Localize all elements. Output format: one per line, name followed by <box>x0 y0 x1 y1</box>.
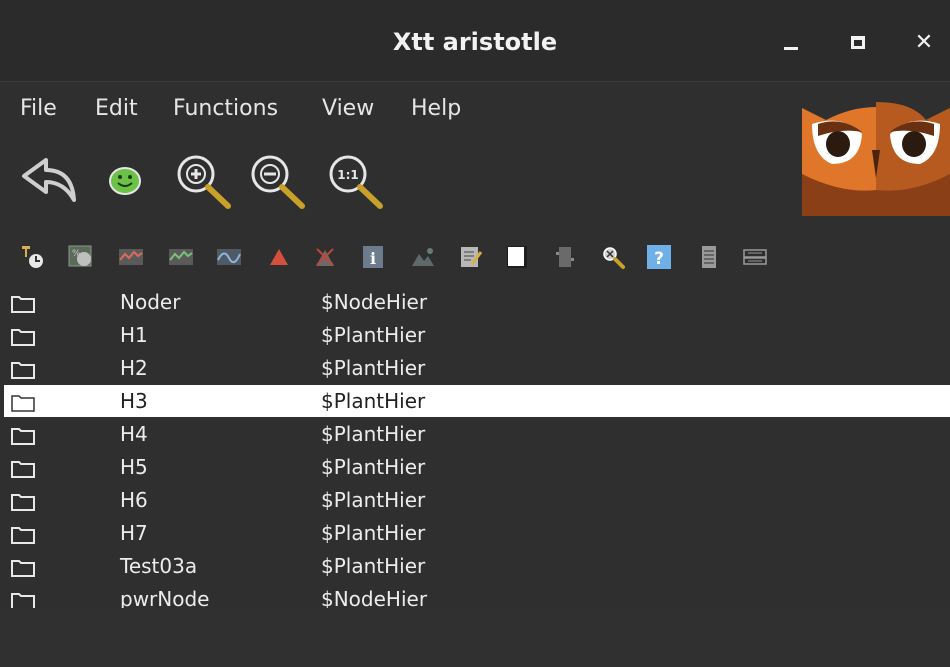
back-arrow-icon[interactable] <box>20 156 78 206</box>
object-class: $NodeHier <box>321 290 428 314</box>
trend-object-icon[interactable] <box>20 244 46 270</box>
list-item-selected[interactable]: H3 $PlantHier <box>4 385 950 417</box>
landscape-icon[interactable] <box>410 244 436 270</box>
help-icon[interactable]: ? <box>646 244 672 270</box>
menu-functions[interactable]: Functions <box>173 96 278 121</box>
minimize-button[interactable] <box>775 26 807 58</box>
svg-text:?: ? <box>654 249 664 269</box>
object-name: H7 <box>120 521 148 545</box>
object-name: H2 <box>120 356 148 380</box>
menu-bar: File Edit Functions View Help <box>0 86 810 134</box>
close-button[interactable]: ✕ <box>908 26 940 58</box>
menu-file[interactable]: File <box>20 96 57 121</box>
owl-logo <box>802 102 950 216</box>
object-class: $NodeHier <box>321 587 428 608</box>
list-item[interactable]: H5 $PlantHier <box>4 451 950 483</box>
object-class: $PlantHier <box>321 323 426 347</box>
alarm-triangle-icon[interactable] <box>266 244 292 270</box>
object-class: $PlantHier <box>321 488 426 512</box>
object-name: pwrNode <box>120 587 210 608</box>
object-class: $PlantHier <box>321 389 426 413</box>
folder-icon <box>11 395 35 412</box>
menu-help[interactable]: Help <box>411 96 461 121</box>
block-icon[interactable] <box>312 244 338 270</box>
folder-icon <box>11 428 35 445</box>
folder-icon <box>11 593 35 608</box>
close-icon: ✕ <box>914 29 934 55</box>
menu-view[interactable]: View <box>322 96 374 121</box>
list-item[interactable]: H2 $PlantHier <box>4 352 950 384</box>
folder-icon <box>11 362 35 379</box>
zoom-out-icon[interactable] <box>248 152 306 210</box>
folder-icon <box>11 329 35 346</box>
window-title: Xtt aristotle <box>392 28 558 56</box>
list-item[interactable]: H7 $PlantHier <box>4 517 950 549</box>
search-icon[interactable] <box>600 244 626 270</box>
zoom-in-icon[interactable] <box>174 152 232 210</box>
smiley-icon[interactable] <box>108 164 142 198</box>
list-item[interactable]: Test03a $PlantHier <box>4 550 950 582</box>
curve-red-icon[interactable] <box>118 244 144 270</box>
main-toolbar: 1:1 <box>0 148 800 218</box>
object-name: H3 <box>120 389 148 413</box>
maximize-button[interactable] <box>842 26 874 58</box>
zoom-reset-icon[interactable]: 1:1 <box>326 152 384 210</box>
maximize-icon <box>851 35 865 49</box>
list-item[interactable]: H6 $PlantHier <box>4 484 950 516</box>
object-name: H4 <box>120 422 148 446</box>
object-icon[interactable] <box>552 244 578 270</box>
object-class: $PlantHier <box>321 554 426 578</box>
crossref-icon[interactable] <box>742 244 768 270</box>
menu-edit[interactable]: Edit <box>95 96 138 121</box>
list-item[interactable]: H1 $PlantHier <box>4 319 950 351</box>
object-name: H5 <box>120 455 148 479</box>
object-name: Test03a <box>120 554 198 578</box>
svg-text:1:1: 1:1 <box>337 168 359 182</box>
list-item[interactable]: H4 $PlantHier <box>4 418 950 450</box>
list-item[interactable]: Noder $NodeHier <box>4 286 950 318</box>
object-name: H1 <box>120 323 148 347</box>
object-class: $PlantHier <box>321 521 426 545</box>
folder-icon <box>11 527 35 544</box>
status-area <box>0 608 950 667</box>
curve-green-icon[interactable] <box>168 244 194 270</box>
blank-page-icon[interactable] <box>504 244 530 270</box>
folder-icon <box>11 560 35 577</box>
object-class: $PlantHier <box>321 356 426 380</box>
folder-icon <box>11 296 35 313</box>
object-list: Noder $NodeHier H1 $PlantHier H2 $PlantH… <box>4 286 950 608</box>
trend-graph-icon[interactable]: % <box>68 244 94 270</box>
list-item[interactable]: pwrNode $NodeHier <box>4 583 950 608</box>
svg-text:i: i <box>370 249 376 268</box>
info-icon[interactable]: i <box>360 244 386 270</box>
folder-icon <box>11 461 35 478</box>
title-bar: Xtt aristotle ✕ <box>0 0 950 82</box>
folder-icon <box>11 494 35 511</box>
object-name: H6 <box>120 488 148 512</box>
note-icon[interactable] <box>458 244 484 270</box>
minimize-icon <box>784 46 798 50</box>
object-class: $PlantHier <box>321 455 426 479</box>
document-icon[interactable] <box>696 244 722 270</box>
function-toolbar: % i ? <box>0 240 800 276</box>
object-name: Noder <box>120 290 181 314</box>
curve-blue-icon[interactable] <box>216 244 242 270</box>
object-class: $PlantHier <box>321 422 426 446</box>
